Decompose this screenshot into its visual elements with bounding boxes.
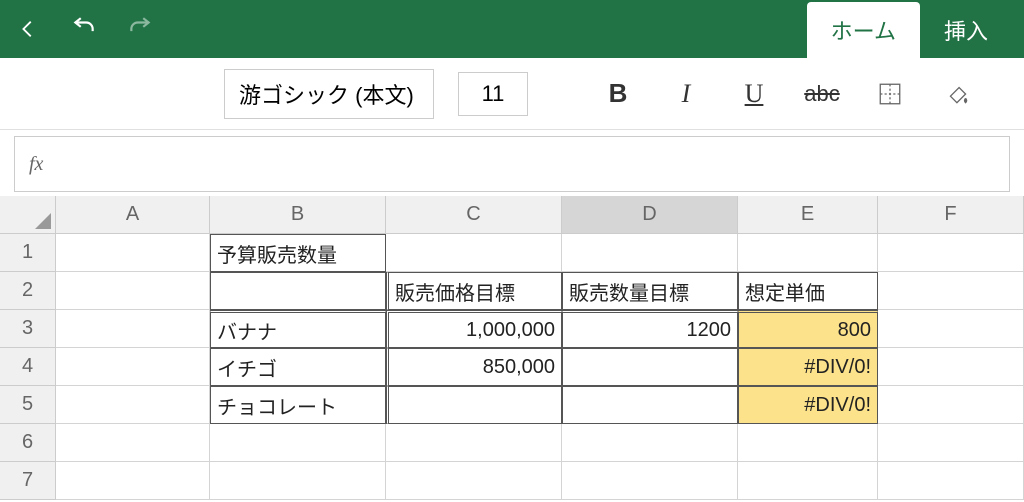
col-header-A[interactable]: A xyxy=(56,196,210,234)
font-size-input[interactable]: 11 xyxy=(458,72,528,116)
cell-B1[interactable]: 予算販売数量 xyxy=(210,234,386,272)
row-header-4[interactable]: 4 xyxy=(0,348,56,386)
cell-C6[interactable] xyxy=(386,424,562,462)
cell-D3[interactable]: 1200 xyxy=(562,310,738,348)
cell-E6[interactable] xyxy=(738,424,878,462)
cell-D1[interactable] xyxy=(562,234,738,272)
spreadsheet-grid[interactable]: A B C D E F 1 予算販売数量 2 販売価格目標 販売数量目標 想定単… xyxy=(0,196,1024,500)
cell-C5[interactable] xyxy=(386,386,562,424)
cell-D6[interactable] xyxy=(562,424,738,462)
col-header-C[interactable]: C xyxy=(386,196,562,234)
cell-F2[interactable] xyxy=(878,272,1024,310)
cell-B6[interactable] xyxy=(210,424,386,462)
tab-home[interactable]: ホーム xyxy=(807,2,920,58)
cell-E4[interactable]: #DIV/0! xyxy=(738,348,878,386)
cell-B3[interactable]: バナナ xyxy=(210,310,386,348)
col-header-E[interactable]: E xyxy=(738,196,878,234)
cell-C4[interactable]: 850,000 xyxy=(386,348,562,386)
cell-D4[interactable] xyxy=(562,348,738,386)
row-header-7[interactable]: 7 xyxy=(0,462,56,500)
underline-button[interactable]: U xyxy=(732,72,776,116)
cell-A7[interactable] xyxy=(56,462,210,500)
cell-A3[interactable] xyxy=(56,310,210,348)
cell-A6[interactable] xyxy=(56,424,210,462)
cell-E1[interactable] xyxy=(738,234,878,272)
tab-insert[interactable]: 挿入 xyxy=(920,2,1012,58)
select-all-corner[interactable] xyxy=(0,196,56,234)
cell-E2[interactable]: 想定単価 xyxy=(738,272,878,310)
cell-C2[interactable]: 販売価格目標 xyxy=(386,272,562,310)
cell-B5[interactable]: チョコレート xyxy=(210,386,386,424)
cell-D2[interactable]: 販売数量目標 xyxy=(562,272,738,310)
formula-input[interactable] xyxy=(57,137,1009,191)
strikethrough-button[interactable]: abc xyxy=(800,72,844,116)
cell-A5[interactable] xyxy=(56,386,210,424)
italic-button[interactable]: I xyxy=(664,72,708,116)
cell-C1[interactable] xyxy=(386,234,562,272)
cell-E3[interactable]: 800 xyxy=(738,310,878,348)
fill-color-button[interactable] xyxy=(936,72,980,116)
cell-F7[interactable] xyxy=(878,462,1024,500)
cell-E5[interactable]: #DIV/0! xyxy=(738,386,878,424)
col-header-D[interactable]: D xyxy=(562,196,738,234)
undo-icon[interactable] xyxy=(68,13,100,45)
cell-F1[interactable] xyxy=(878,234,1024,272)
cell-F5[interactable] xyxy=(878,386,1024,424)
bold-button[interactable]: B xyxy=(596,72,640,116)
cell-A4[interactable] xyxy=(56,348,210,386)
row-header-6[interactable]: 6 xyxy=(0,424,56,462)
row-header-1[interactable]: 1 xyxy=(0,234,56,272)
row-header-3[interactable]: 3 xyxy=(0,310,56,348)
titlebar: ホーム 挿入 xyxy=(0,0,1024,58)
cell-F4[interactable] xyxy=(878,348,1024,386)
fx-icon[interactable]: fx xyxy=(15,153,57,176)
cell-F3[interactable] xyxy=(878,310,1024,348)
row-header-2[interactable]: 2 xyxy=(0,272,56,310)
back-icon[interactable] xyxy=(12,13,44,45)
cell-B2[interactable] xyxy=(210,272,386,310)
cell-F6[interactable] xyxy=(878,424,1024,462)
cell-B4[interactable]: イチゴ xyxy=(210,348,386,386)
font-name-select[interactable]: 游ゴシック (本文) xyxy=(224,69,434,119)
cell-D7[interactable] xyxy=(562,462,738,500)
ribbon: 游ゴシック (本文) 11 B I U abc xyxy=(0,58,1024,130)
cell-A2[interactable] xyxy=(56,272,210,310)
row-header-5[interactable]: 5 xyxy=(0,386,56,424)
cell-A1[interactable] xyxy=(56,234,210,272)
col-header-B[interactable]: B xyxy=(210,196,386,234)
borders-button[interactable] xyxy=(868,72,912,116)
formula-bar: fx xyxy=(14,136,1010,192)
cell-B7[interactable] xyxy=(210,462,386,500)
cell-C3[interactable]: 1,000,000 xyxy=(386,310,562,348)
cell-E7[interactable] xyxy=(738,462,878,500)
cell-C7[interactable] xyxy=(386,462,562,500)
col-header-F[interactable]: F xyxy=(878,196,1024,234)
ribbon-tabs: ホーム 挿入 xyxy=(807,0,1012,58)
redo-icon xyxy=(124,13,156,45)
cell-D5[interactable] xyxy=(562,386,738,424)
